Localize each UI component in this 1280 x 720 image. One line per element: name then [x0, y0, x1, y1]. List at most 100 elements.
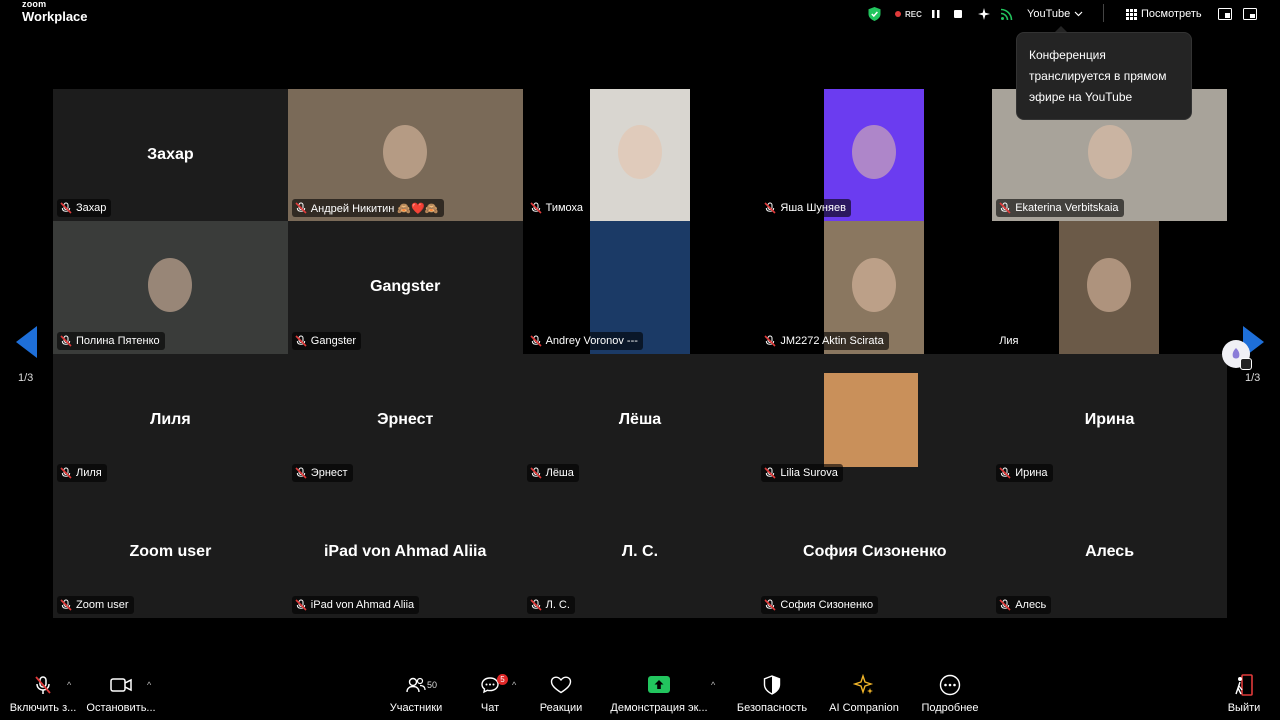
video-options-caret[interactable]: ^: [147, 680, 151, 690]
participant-tile[interactable]: Lilia Surova: [757, 353, 993, 486]
participant-tile[interactable]: Лия: [992, 221, 1227, 354]
muted-mic-icon: [530, 334, 542, 347]
participant-name-text: Лёша: [545, 466, 574, 479]
participant-name-text: Andrey Voronov ---: [545, 334, 638, 347]
participant-name-text: Zoom user: [76, 599, 129, 611]
heart-icon: [550, 672, 572, 698]
participant-name-label: Андрей Никитин 🙈❤️🙈: [291, 199, 444, 218]
participant-name-label: Полина Пятенко: [57, 331, 165, 350]
livestream-icon[interactable]: [1000, 6, 1013, 22]
participant-name-text: JM2272 Aktin Scirata: [780, 334, 884, 347]
security-label: Безопасность: [736, 702, 808, 714]
participant-display-name: Лиля: [150, 410, 191, 428]
participant-tile[interactable]: Л. С. Л. С.: [522, 485, 758, 618]
view-button[interactable]: Посмотреть: [1126, 6, 1202, 22]
rec-label: REC: [905, 9, 922, 19]
muted-mic-icon: [764, 202, 776, 214]
ai-bubble-badge: [1240, 358, 1252, 370]
participant-name-label: Яша Шуняев: [761, 199, 851, 218]
ai-companion-icon: [853, 672, 875, 698]
logo-bottom: Workplace: [22, 9, 88, 24]
muted-mic-icon: [530, 202, 542, 214]
participant-tile[interactable]: Ирина Ирина: [992, 353, 1227, 486]
participant-tile[interactable]: Полина Пятенко: [53, 221, 288, 354]
participant-tile[interactable]: Яша Шуняев: [757, 89, 993, 222]
participant-tile[interactable]: Алесь Алесь: [992, 485, 1227, 618]
ai-assistant-bubble[interactable]: [1222, 340, 1252, 370]
meeting-toolbar: Включить з... ^ Остановить... ^ Участник…: [0, 672, 1280, 720]
participants-icon: [406, 672, 426, 698]
participant-tile[interactable]: Захар Захар: [53, 89, 288, 222]
participants-count: 50: [427, 680, 438, 690]
stop-icon[interactable]: [953, 6, 963, 22]
muted-mic-icon: [999, 467, 1011, 479]
minimize-window-icon[interactable]: [1218, 6, 1232, 22]
audio-options-caret[interactable]: ^: [67, 680, 71, 690]
participant-name-label: Лиля: [57, 463, 107, 482]
face-silhouette: [1087, 125, 1132, 180]
prev-page-button[interactable]: [16, 326, 37, 358]
muted-mic-icon: [295, 202, 307, 214]
participant-tile[interactable]: Лёша Лёша: [522, 353, 758, 486]
recording-indicator[interactable]: REC: [895, 6, 922, 22]
participant-tile[interactable]: Эрнест Эрнест: [287, 353, 523, 486]
participant-name-text: Ирина: [1015, 466, 1048, 479]
leave-label: Выйти: [1227, 702, 1261, 714]
participant-video: [589, 89, 690, 222]
participant-name-label: Тимоха: [526, 199, 589, 218]
leave-button[interactable]: Выйти: [1224, 672, 1264, 720]
participant-name-text: Эрнест: [310, 466, 348, 479]
stop-video-button[interactable]: Остановить...: [86, 672, 156, 720]
security-button[interactable]: Безопасность: [732, 672, 812, 720]
mic-off-icon: [34, 672, 52, 698]
share-screen-button[interactable]: Демонстрация эк...: [604, 672, 714, 720]
stop-video-label: Остановить...: [86, 702, 156, 714]
participant-tile[interactable]: Тимоха: [522, 89, 758, 222]
more-button[interactable]: Подробнее: [916, 672, 984, 720]
stream-target-dropdown[interactable]: YouTube: [1027, 6, 1083, 22]
participant-display-name: Ирина: [1084, 410, 1135, 428]
participant-name-text: Лия: [999, 334, 1019, 347]
chat-options-caret[interactable]: ^: [512, 680, 516, 690]
participant-display-name: iPad von Ahmad Aliia: [323, 542, 487, 560]
participant-name-label: Алесь: [996, 596, 1052, 614]
participant-tile[interactable]: София Сизоненко София Сизоненко: [757, 485, 993, 618]
ai-sparkle-icon[interactable]: [977, 6, 991, 22]
participant-tile[interactable]: Zoom user Zoom user: [53, 485, 288, 618]
participant-name-text: Андрей Никитин 🙈❤️🙈: [310, 202, 439, 215]
reactions-button[interactable]: Реакции: [535, 672, 587, 720]
participant-display-name: Лёша: [618, 410, 662, 428]
muted-mic-icon: [530, 467, 542, 479]
face-silhouette: [617, 125, 662, 180]
muted-mic-icon: [60, 334, 72, 347]
participant-tile[interactable]: Андрей Никитин 🙈❤️🙈: [287, 89, 523, 222]
participant-name-label: Zoom user: [57, 596, 134, 614]
participant-name-text: Л. С.: [545, 599, 570, 611]
pause-icon[interactable]: [931, 6, 941, 22]
chat-button[interactable]: 5 Чат: [470, 672, 510, 720]
muted-mic-icon: [764, 599, 776, 611]
share-options-caret[interactable]: ^: [711, 680, 715, 690]
shield-icon[interactable]: [868, 6, 881, 22]
participant-name-text: Lilia Surova: [780, 466, 838, 479]
muted-mic-icon: [530, 599, 542, 611]
participant-tile[interactable]: iPad von Ahmad Aliia iPad von Ahmad Aliia: [287, 485, 523, 618]
participant-display-name: Алесь: [1085, 542, 1135, 560]
livestream-tooltip: Конференция транслируется в прямом эфире…: [1016, 32, 1192, 120]
participant-tile[interactable]: Лиля Лиля: [53, 353, 288, 486]
more-dots-icon: [939, 672, 961, 698]
zoom-logo: zoom Workplace: [22, 0, 88, 23]
fullscreen-icon[interactable]: [1243, 6, 1257, 22]
participant-display-name: Эрнест: [377, 410, 434, 428]
top-bar: zoom Workplace REC YouTube Посмотреть: [0, 0, 1280, 30]
participant-name-text: Яша Шуняев: [780, 202, 846, 215]
muted-mic-icon: [999, 202, 1011, 214]
participant-name-label: iPad von Ahmad Aliia: [291, 596, 420, 614]
share-screen-icon: [648, 672, 670, 698]
ai-companion-button[interactable]: AI Companion: [826, 672, 902, 720]
participant-tile[interactable]: Andrey Voronov ---: [522, 221, 758, 354]
participant-name-label: Ekaterina Verbitskaia: [996, 199, 1124, 218]
participant-tile[interactable]: Gangster Gangster: [287, 221, 523, 354]
face-silhouette: [1087, 257, 1132, 312]
participant-tile[interactable]: JM2272 Aktin Scirata: [757, 221, 993, 354]
